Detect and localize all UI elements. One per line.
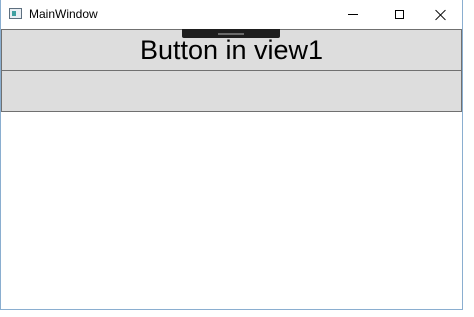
title-bar[interactable]: MainWindow bbox=[1, 0, 462, 29]
close-button[interactable] bbox=[418, 0, 464, 29]
close-icon bbox=[435, 9, 447, 21]
toolbar-grip-icon bbox=[218, 33, 244, 35]
app-icon-inner bbox=[12, 11, 16, 16]
debug-toolbar[interactable] bbox=[182, 29, 280, 38]
window-title: MainWindow bbox=[29, 7, 98, 21]
minimize-button[interactable] bbox=[330, 0, 376, 29]
client-area: Button in view1 bbox=[1, 29, 462, 309]
maximize-icon bbox=[394, 10, 404, 19]
second-button[interactable] bbox=[1, 70, 462, 112]
maximize-button[interactable] bbox=[376, 0, 422, 29]
minimize-icon bbox=[348, 14, 358, 15]
app-icon[interactable] bbox=[9, 8, 22, 19]
main-window: MainWindow Button in view1 bbox=[0, 0, 463, 310]
